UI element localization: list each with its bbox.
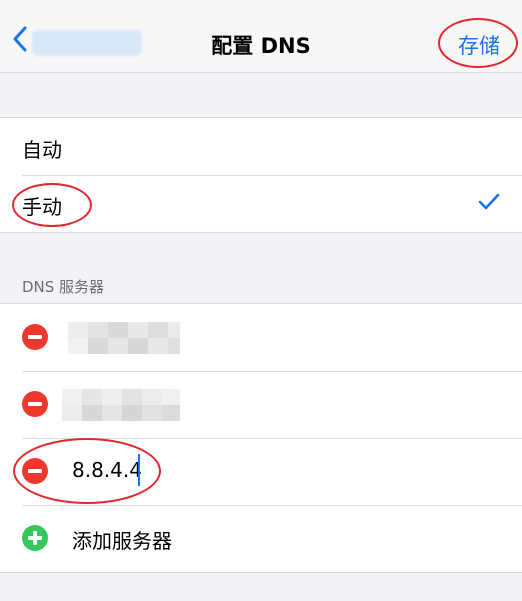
delete-server-button[interactable] <box>22 391 48 417</box>
section-header-dns: DNS 服务器 <box>22 278 105 296</box>
add-server-label[interactable]: 添加服务器 <box>72 525 172 554</box>
delete-server-button[interactable] <box>22 458 48 484</box>
checkmark-icon <box>478 193 500 210</box>
mode-group: 自动 手动 <box>0 117 522 233</box>
mode-option-manual[interactable]: 手动 <box>0 175 522 232</box>
page-title: 配置 DNS <box>211 34 311 58</box>
text-cursor <box>138 454 140 486</box>
mode-option-label: 自动 <box>22 138 62 162</box>
dns-server-row <box>0 371 522 438</box>
mode-option-automatic[interactable]: 自动 <box>0 118 522 175</box>
dns-server-group: 8.8.4.4 添加服务器 <box>0 303 522 573</box>
mode-option-label: 手动 <box>22 195 62 219</box>
add-server-icon[interactable] <box>22 525 48 551</box>
save-button[interactable]: 存储 <box>458 30 500 60</box>
navigation-bar: 配置 DNS 存储 <box>0 0 522 73</box>
dns-server-input[interactable]: 8.8.4.4 <box>72 458 142 482</box>
dns-server-row <box>0 304 522 371</box>
add-server-row[interactable]: 添加服务器 <box>0 505 522 572</box>
dns-server-row: 8.8.4.4 <box>0 438 522 505</box>
delete-server-button[interactable] <box>22 324 48 350</box>
obscured-server-value[interactable] <box>62 389 180 421</box>
obscured-server-value[interactable] <box>68 322 180 354</box>
